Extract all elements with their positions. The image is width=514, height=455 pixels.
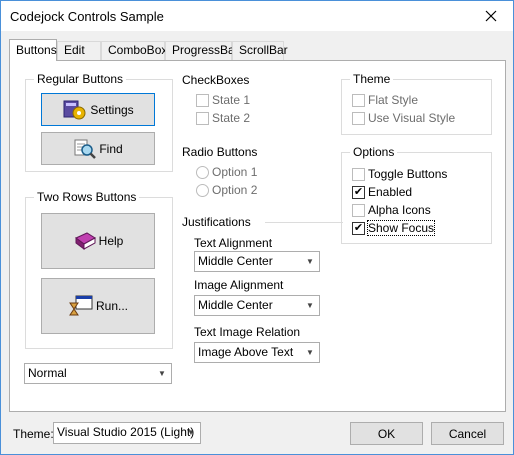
- settings-button[interactable]: Settings: [41, 93, 155, 126]
- group-theme: Theme Flat Style Use Visual Style: [341, 72, 492, 135]
- theme-combo[interactable]: Visual Studio 2015 (Light) ▼: [53, 422, 201, 444]
- tab-label: Edit: [64, 43, 85, 57]
- group-two-rows-buttons: Two Rows Buttons Help Run...: [25, 190, 173, 349]
- checkbox-label: Use Visual Style: [368, 111, 456, 125]
- image-alignment-combo[interactable]: Middle Center ▼: [194, 295, 320, 316]
- justifications-divider: [265, 222, 343, 223]
- title-bar: Codejock Controls Sample: [1, 1, 513, 31]
- checkbox-state1[interactable]: State 1: [196, 93, 250, 107]
- tab-panel-buttons: Regular Buttons Settings Find Two Rows B…: [9, 60, 506, 412]
- checkbox-box: [196, 93, 209, 107]
- cancel-label: Cancel: [448, 426, 487, 441]
- group-options: Options Toggle Buttons ✔ Enabled Alpha I…: [341, 145, 492, 244]
- checkboxes-heading: CheckBoxes: [182, 73, 250, 87]
- tab-label: ComboBox: [108, 43, 168, 57]
- checkbox-show-focus[interactable]: ✔ Show Focus: [352, 220, 436, 236]
- checkbox-box: [352, 167, 365, 181]
- chevron-down-icon: ▼: [306, 301, 314, 310]
- radio-option2[interactable]: Option 2: [196, 183, 257, 197]
- tab-edit[interactable]: Edit: [57, 41, 101, 60]
- magnifier-icon: [74, 139, 97, 159]
- group-title: Two Rows Buttons: [34, 190, 140, 204]
- checkbox-label: Show Focus: [366, 220, 436, 236]
- checkbox-alpha-icons[interactable]: Alpha Icons: [352, 203, 431, 217]
- chevron-down-icon: ▼: [187, 428, 195, 437]
- combo-value: Visual Studio 2015 (Light): [57, 425, 195, 439]
- checkbox-box: [352, 111, 365, 125]
- tab-buttons[interactable]: Buttons: [9, 39, 57, 61]
- ok-label: OK: [377, 426, 396, 441]
- find-button[interactable]: Find: [41, 132, 155, 165]
- dialog-window: Codejock Controls Sample Buttons Edit Co…: [0, 0, 514, 455]
- radio-label: Option 1: [212, 165, 258, 179]
- checkbox-label: Alpha Icons: [368, 203, 431, 217]
- tab-scrollbar[interactable]: ScrollBar: [232, 41, 288, 60]
- combo-value: Normal: [28, 366, 67, 380]
- checkbox-state2[interactable]: State 2: [196, 111, 250, 125]
- checkbox-box: ✔: [352, 185, 365, 199]
- text-alignment-label: Text Alignment: [194, 236, 273, 250]
- combo-value: Image Above Text: [198, 345, 294, 359]
- text-image-relation-combo[interactable]: Image Above Text ▼: [194, 342, 320, 363]
- text-alignment-combo[interactable]: Middle Center ▼: [194, 251, 320, 272]
- radio-circle: [196, 183, 209, 197]
- justifications-heading: Justifications: [182, 215, 251, 229]
- chevron-down-icon: ▼: [306, 348, 314, 357]
- combo-value: Middle Center: [198, 254, 273, 268]
- group-regular-buttons: Regular Buttons Settings Find: [25, 72, 173, 172]
- checkbox-box: [196, 111, 209, 125]
- group-title: Options: [350, 145, 398, 159]
- button-style-combo[interactable]: Normal ▼: [24, 363, 172, 384]
- checkbox-box: ✔: [352, 221, 365, 235]
- help-book-icon: [74, 232, 96, 250]
- checkbox-label: Flat Style: [368, 93, 419, 107]
- group-title: Theme: [350, 72, 394, 86]
- checkbox-box: [352, 203, 365, 217]
- checkbox-toggle-buttons[interactable]: Toggle Buttons: [352, 167, 447, 181]
- help-button[interactable]: Help: [41, 213, 155, 269]
- checkbox-label: Toggle Buttons: [368, 167, 448, 181]
- image-alignment-label: Image Alignment: [194, 278, 284, 292]
- checkmark-icon: ✔: [353, 185, 364, 198]
- checkmark-icon: ✔: [353, 221, 364, 234]
- checkbox-label: Enabled: [368, 185, 413, 199]
- group-title: Regular Buttons: [34, 72, 127, 86]
- chevron-down-icon: ▼: [158, 369, 166, 378]
- run-label: Run...: [95, 299, 128, 313]
- combo-value: Middle Center: [198, 298, 273, 312]
- tab-label: ProgressBar: [172, 43, 239, 57]
- find-label: Find: [99, 141, 123, 156]
- radio-circle: [196, 165, 209, 179]
- theme-label: Theme:: [13, 427, 54, 441]
- settings-label: Settings: [90, 102, 134, 117]
- checkbox-box: [352, 93, 365, 107]
- tab-combobox[interactable]: ComboBox: [101, 41, 168, 60]
- window-title: Codejock Controls Sample: [10, 9, 164, 24]
- chevron-down-icon: ▼: [306, 257, 314, 266]
- close-button[interactable]: [469, 1, 513, 31]
- checkbox-label: State 2: [212, 111, 251, 125]
- radio-label: Option 2: [212, 183, 258, 197]
- checkbox-enabled[interactable]: ✔ Enabled: [352, 185, 412, 199]
- ok-button[interactable]: OK: [350, 422, 423, 445]
- hourglass-window-icon: [69, 295, 93, 316]
- tab-label: ScrollBar: [239, 43, 288, 57]
- radio-option1[interactable]: Option 1: [196, 165, 257, 179]
- tab-label: Buttons: [16, 43, 57, 57]
- tab-progressbar[interactable]: ProgressBar: [165, 41, 239, 60]
- checkbox-visual-style[interactable]: Use Visual Style: [352, 111, 455, 125]
- close-icon: [485, 10, 497, 22]
- checkbox-flat-style[interactable]: Flat Style: [352, 93, 418, 107]
- cancel-button[interactable]: Cancel: [431, 422, 504, 445]
- help-label: Help: [98, 234, 124, 248]
- radio-heading: Radio Buttons: [182, 145, 258, 159]
- run-button[interactable]: Run...: [41, 278, 155, 334]
- checkbox-label: State 1: [212, 93, 251, 107]
- text-image-relation-label: Text Image Relation: [194, 325, 301, 339]
- gear-icon: [63, 100, 86, 119]
